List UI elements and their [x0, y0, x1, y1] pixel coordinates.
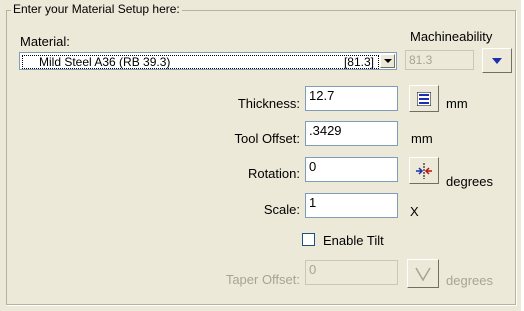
enable-tilt-checkbox[interactable] — [302, 233, 315, 246]
material-selected-code: [81.3] — [343, 55, 374, 69]
tool-offset-input[interactable]: .3429 — [305, 121, 398, 146]
rotation-flip-button[interactable] — [409, 157, 439, 184]
thickness-unit: mm — [446, 96, 468, 111]
taper-offset-button[interactable] — [407, 259, 439, 288]
rotation-unit: degrees — [446, 174, 493, 189]
flip-arrows-icon — [416, 162, 432, 179]
machineability-dropdown-button[interactable] — [482, 48, 512, 73]
material-combobox[interactable]: Mild Steel A36 (RB 39.3) [81.3] — [19, 52, 397, 70]
rotation-label: Rotation: — [247, 166, 300, 181]
tool-offset-unit: mm — [411, 131, 433, 146]
machineability-label: Machineability — [410, 29, 493, 44]
material-setup-panel: Enter your Material Setup here: Material… — [0, 0, 521, 311]
scale-label: Scale: — [263, 202, 300, 217]
scale-unit: X — [410, 204, 419, 219]
group-title: Enter your Material Setup here: — [11, 2, 182, 16]
taper-offset-label: Taper Offset: — [225, 272, 300, 287]
taper-offset-unit: degrees — [446, 273, 493, 288]
enable-tilt-label: Enable Tilt — [323, 233, 384, 248]
scale-input[interactable]: 1 — [305, 193, 398, 218]
rotation-input[interactable]: 0 — [305, 157, 398, 182]
blue-triangle-down-icon — [492, 57, 502, 64]
material-selected-name: Mild Steel A36 (RB 39.3) — [39, 55, 171, 69]
thickness-input[interactable]: 12.7 — [305, 86, 398, 111]
taper-offset-input[interactable]: 0 — [305, 260, 398, 285]
material-combo-focus: Mild Steel A36 (RB 39.3) [81.3] — [22, 55, 379, 69]
material-dropdown-button[interactable] — [380, 54, 395, 68]
machineability-field: 81.3 — [405, 50, 474, 70]
thickness-label: Thickness: — [237, 96, 300, 111]
list-lines-icon — [417, 91, 431, 106]
taper-v-icon — [415, 267, 431, 281]
material-label: Material: — [20, 34, 70, 49]
thickness-list-button[interactable] — [409, 85, 439, 112]
chevron-down-icon — [383, 59, 392, 63]
tool-offset-label: Tool Offset: — [234, 131, 300, 146]
